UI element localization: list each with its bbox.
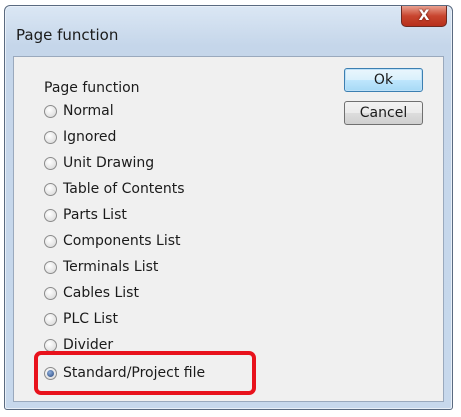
radio-circle[interactable] <box>44 260 57 274</box>
radio-circle[interactable] <box>44 104 57 118</box>
radio-label: Divider <box>63 337 114 353</box>
radio-label: Components List <box>63 233 181 249</box>
radio-circle[interactable] <box>44 234 57 248</box>
group-label: Page function <box>44 80 140 96</box>
radio-divider[interactable]: Divider <box>44 333 113 357</box>
radio-unit-drawing[interactable]: Unit Drawing <box>44 151 154 175</box>
radio-parts-list[interactable]: Parts List <box>44 203 127 227</box>
close-button[interactable]: X <box>401 6 447 27</box>
radio-circle[interactable] <box>44 338 57 352</box>
radio-label: Ignored <box>63 129 117 145</box>
radio-label: PLC List <box>63 311 118 327</box>
cancel-button[interactable]: Cancel <box>344 101 423 125</box>
radio-label: Unit Drawing <box>63 155 155 171</box>
radio-normal[interactable]: Normal <box>44 99 114 123</box>
radio-circle[interactable] <box>44 312 57 326</box>
radio-circle[interactable] <box>44 130 57 144</box>
radio-plc-list[interactable]: PLC List <box>44 307 118 331</box>
radio-label: Cables List <box>63 285 139 301</box>
radio-standard-project-file[interactable]: Standard/Project file <box>44 361 205 385</box>
radio-circle[interactable] <box>44 156 57 170</box>
radio-ignored[interactable]: Ignored <box>44 125 116 149</box>
radio-cables-list[interactable]: Cables List <box>44 281 139 305</box>
title-bar[interactable]: Page function X <box>5 6 452 56</box>
dialog-body: Page function Normal Ignored Unit Drawin… <box>13 56 444 402</box>
radio-circle-selected[interactable] <box>44 366 57 380</box>
radio-label: Terminals List <box>63 259 159 275</box>
radio-circle[interactable] <box>44 182 57 196</box>
page-function-dialog: Page function X Page function Normal Ign… <box>4 5 453 410</box>
radio-table-of-contents[interactable]: Table of Contents <box>44 177 185 201</box>
close-icon: X <box>418 8 430 24</box>
radio-circle[interactable] <box>44 286 57 300</box>
dialog-title: Page function <box>16 26 119 44</box>
radio-circle[interactable] <box>44 208 57 222</box>
radio-label: Table of Contents <box>63 181 185 197</box>
radio-label: Standard/Project file <box>63 365 206 381</box>
radio-label: Normal <box>63 103 114 119</box>
radio-label: Parts List <box>63 207 127 223</box>
radio-components-list[interactable]: Components List <box>44 229 181 253</box>
radio-terminals-list[interactable]: Terminals List <box>44 255 158 279</box>
ok-button[interactable]: Ok <box>344 68 423 92</box>
